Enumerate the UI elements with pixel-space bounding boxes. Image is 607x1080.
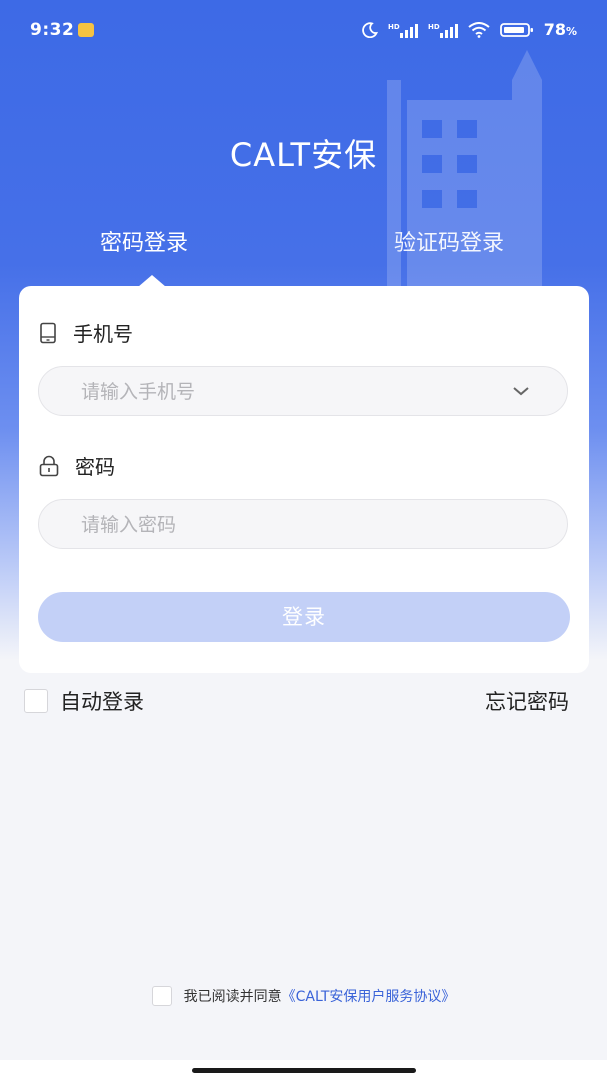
svg-text:HD: HD <box>388 23 400 31</box>
phone-label: 手机号 <box>39 318 133 347</box>
moon-icon <box>361 21 378 38</box>
phone-field[interactable] <box>38 366 568 417</box>
lock-icon <box>39 455 59 476</box>
tab-code-login[interactable]: 验证码登录 <box>394 225 504 257</box>
home-indicator[interactable] <box>192 1068 416 1073</box>
password-input[interactable] <box>79 500 503 550</box>
signal-icon: HD <box>388 23 418 38</box>
auto-login-checkbox[interactable] <box>24 689 48 713</box>
phone-label-text: 手机号 <box>73 322 133 346</box>
agreement-text: 我已阅读并同意 <box>183 989 282 1005</box>
forgot-password-link[interactable]: 忘记密码 <box>485 686 569 716</box>
login-button[interactable]: 登录 <box>38 592 570 642</box>
agreement-row: 我已阅读并同意《CALT安保用户服务协议》 <box>0 986 607 1006</box>
status-time: 9:32 <box>30 20 75 40</box>
auto-login-label: 自动登录 <box>60 690 144 714</box>
status-icons: HD HD 78% <box>361 20 577 39</box>
notification-app-icon <box>78 23 94 37</box>
battery-level: 78% <box>543 20 577 39</box>
signal-icon: HD <box>428 23 458 38</box>
password-label-text: 密码 <box>75 455 115 479</box>
phone-icon <box>40 322 56 343</box>
login-form-card: 手机号 密码 登录 <box>19 286 589 673</box>
phone-input[interactable] <box>79 367 503 417</box>
agreement-checkbox[interactable] <box>151 986 172 1006</box>
app-title: CALT安保 <box>229 136 378 174</box>
status-bar: 9:32 HD HD 78% <box>0 0 607 62</box>
auto-login-option[interactable]: 自动登录 <box>24 686 144 716</box>
login-mode-tabs: 密码登录 验证码登录 <box>0 225 607 287</box>
battery-icon <box>499 22 533 37</box>
password-label: 密码 <box>39 451 115 480</box>
svg-text:HD: HD <box>428 23 440 31</box>
agreement-link[interactable]: 《CALT安保用户服务协议》 <box>282 989 456 1005</box>
tab-password-login[interactable]: 密码登录 <box>100 225 188 257</box>
login-options: 自动登录 忘记密码 <box>0 686 607 716</box>
password-field[interactable] <box>38 499 568 550</box>
wifi-icon <box>468 21 490 38</box>
chevron-down-icon[interactable] <box>511 384 531 398</box>
